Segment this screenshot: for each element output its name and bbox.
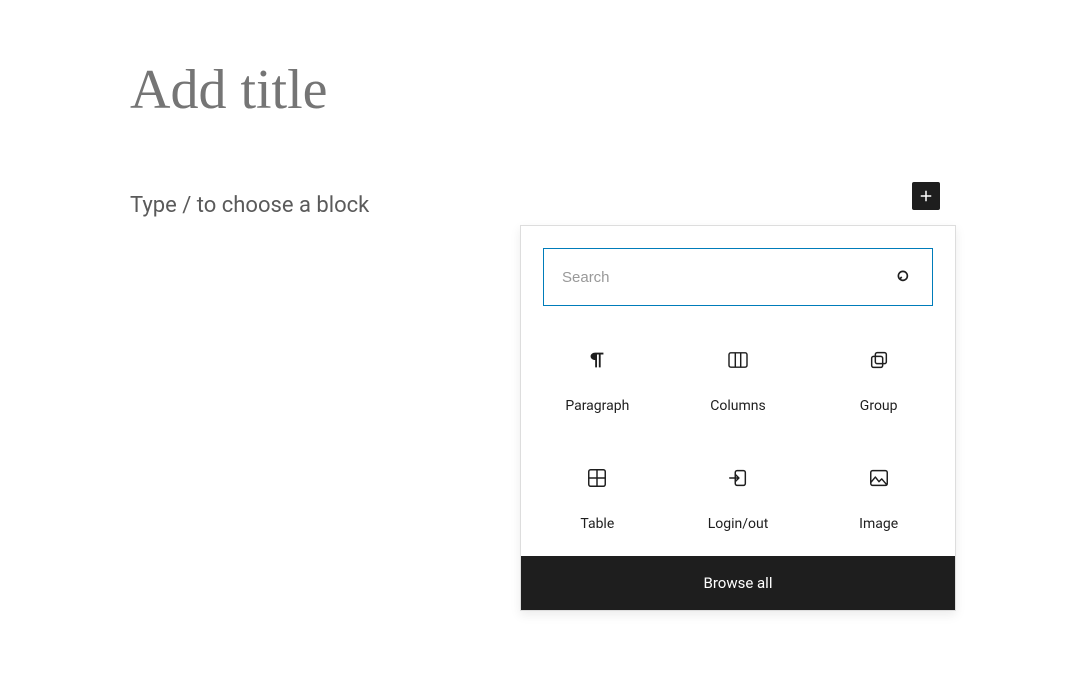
columns-icon (726, 348, 750, 372)
block-label: Group (860, 398, 898, 414)
post-title-input[interactable] (130, 58, 830, 122)
block-label: Paragraph (565, 398, 629, 414)
paragraph-icon (585, 348, 609, 372)
image-icon (867, 466, 891, 490)
block-inserter-panel: Paragraph Columns Group Table Login/out (520, 225, 956, 611)
block-item-paragraph[interactable]: Paragraph (527, 334, 668, 414)
search-box[interactable] (543, 248, 933, 306)
block-item-table[interactable]: Table (527, 452, 668, 532)
table-icon (585, 466, 609, 490)
block-label: Image (859, 516, 898, 532)
search-wrap (521, 226, 955, 326)
block-label: Table (580, 516, 614, 532)
block-item-image[interactable]: Image (808, 452, 949, 532)
add-block-button[interactable] (912, 182, 940, 210)
blocks-grid: Paragraph Columns Group Table Login/out (521, 326, 955, 556)
plus-icon (917, 187, 935, 205)
group-icon (867, 348, 891, 372)
block-label: Login/out (708, 516, 769, 532)
block-label: Columns (710, 398, 765, 414)
block-item-login-out[interactable]: Login/out (668, 452, 809, 532)
search-input[interactable] (562, 269, 894, 286)
block-item-group[interactable]: Group (808, 334, 949, 414)
block-item-columns[interactable]: Columns (668, 334, 809, 414)
search-icon (894, 267, 914, 287)
login-out-icon (726, 466, 750, 490)
block-prompt-text[interactable]: Type / to choose a block (130, 193, 369, 218)
browse-all-button[interactable]: Browse all (521, 556, 955, 610)
